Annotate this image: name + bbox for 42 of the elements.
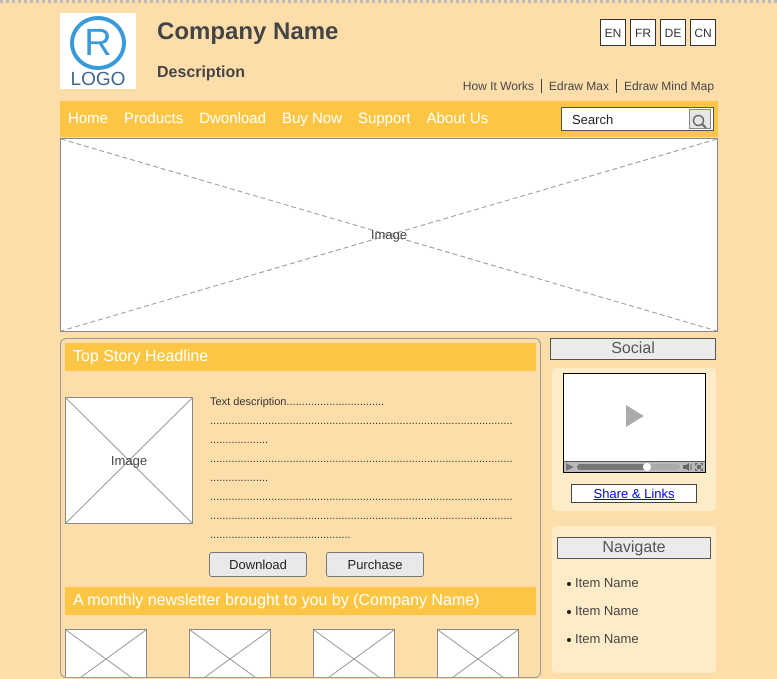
- fullscreen-icon[interactable]: [695, 463, 703, 471]
- logo-letter: R: [70, 16, 126, 70]
- language-button[interactable]: EN: [600, 19, 626, 46]
- bullet-icon: [567, 638, 571, 642]
- image-label: Image: [370, 226, 408, 244]
- section-header: Navigate: [557, 537, 711, 559]
- action-button[interactable]: Download: [209, 552, 307, 577]
- language-button[interactable]: DE: [660, 19, 686, 46]
- language-button[interactable]: FR: [630, 19, 656, 46]
- bullet-icon: [567, 582, 571, 586]
- text-line: ...................................................................................................: [210, 509, 513, 524]
- headline-bar: Top Story Headline: [65, 343, 536, 371]
- text-line: ...................................................................................................: [210, 414, 513, 429]
- play-icon[interactable]: [626, 404, 644, 426]
- progress-thumb[interactable]: [643, 463, 652, 471]
- volume-icon[interactable]: [683, 463, 692, 471]
- text-line: Text description................................: [210, 395, 386, 410]
- company-name: Company Name: [157, 17, 338, 47]
- progress-track[interactable]: [577, 464, 680, 470]
- text-line: ..............................................: [210, 528, 352, 543]
- nav-item[interactable]: Item Name: [575, 575, 639, 590]
- top-link[interactable]: How It Works: [456, 79, 541, 93]
- search-icon[interactable]: [689, 109, 711, 129]
- top-link[interactable]: Edraw Mind Map: [616, 79, 721, 93]
- play-icon[interactable]: [566, 463, 574, 471]
- section-header: Social: [550, 338, 716, 360]
- video-player[interactable]: [563, 373, 706, 473]
- share-link[interactable]: Share & Links: [571, 484, 697, 503]
- text-line: ...................: [210, 471, 270, 486]
- nav-item[interactable]: Item Name: [575, 631, 639, 646]
- nav-item[interactable]: Item Name: [575, 603, 639, 618]
- bullet-icon: [567, 610, 571, 614]
- language-button[interactable]: CN: [690, 19, 716, 46]
- image-label: Image: [110, 452, 148, 470]
- top-link[interactable]: Edraw Max: [540, 79, 616, 93]
- newsletter-bar: A monthly newsletter brought to you by (Company Name): [65, 587, 536, 615]
- text-line: ...................................................................................................: [210, 452, 513, 467]
- text-line: ...................: [210, 433, 270, 448]
- company-description: Description: [157, 63, 246, 83]
- text-line: ...................................................................................................: [210, 490, 513, 505]
- logo-text: LOGO: [70, 71, 126, 89]
- action-button[interactable]: Purchase: [326, 552, 424, 577]
